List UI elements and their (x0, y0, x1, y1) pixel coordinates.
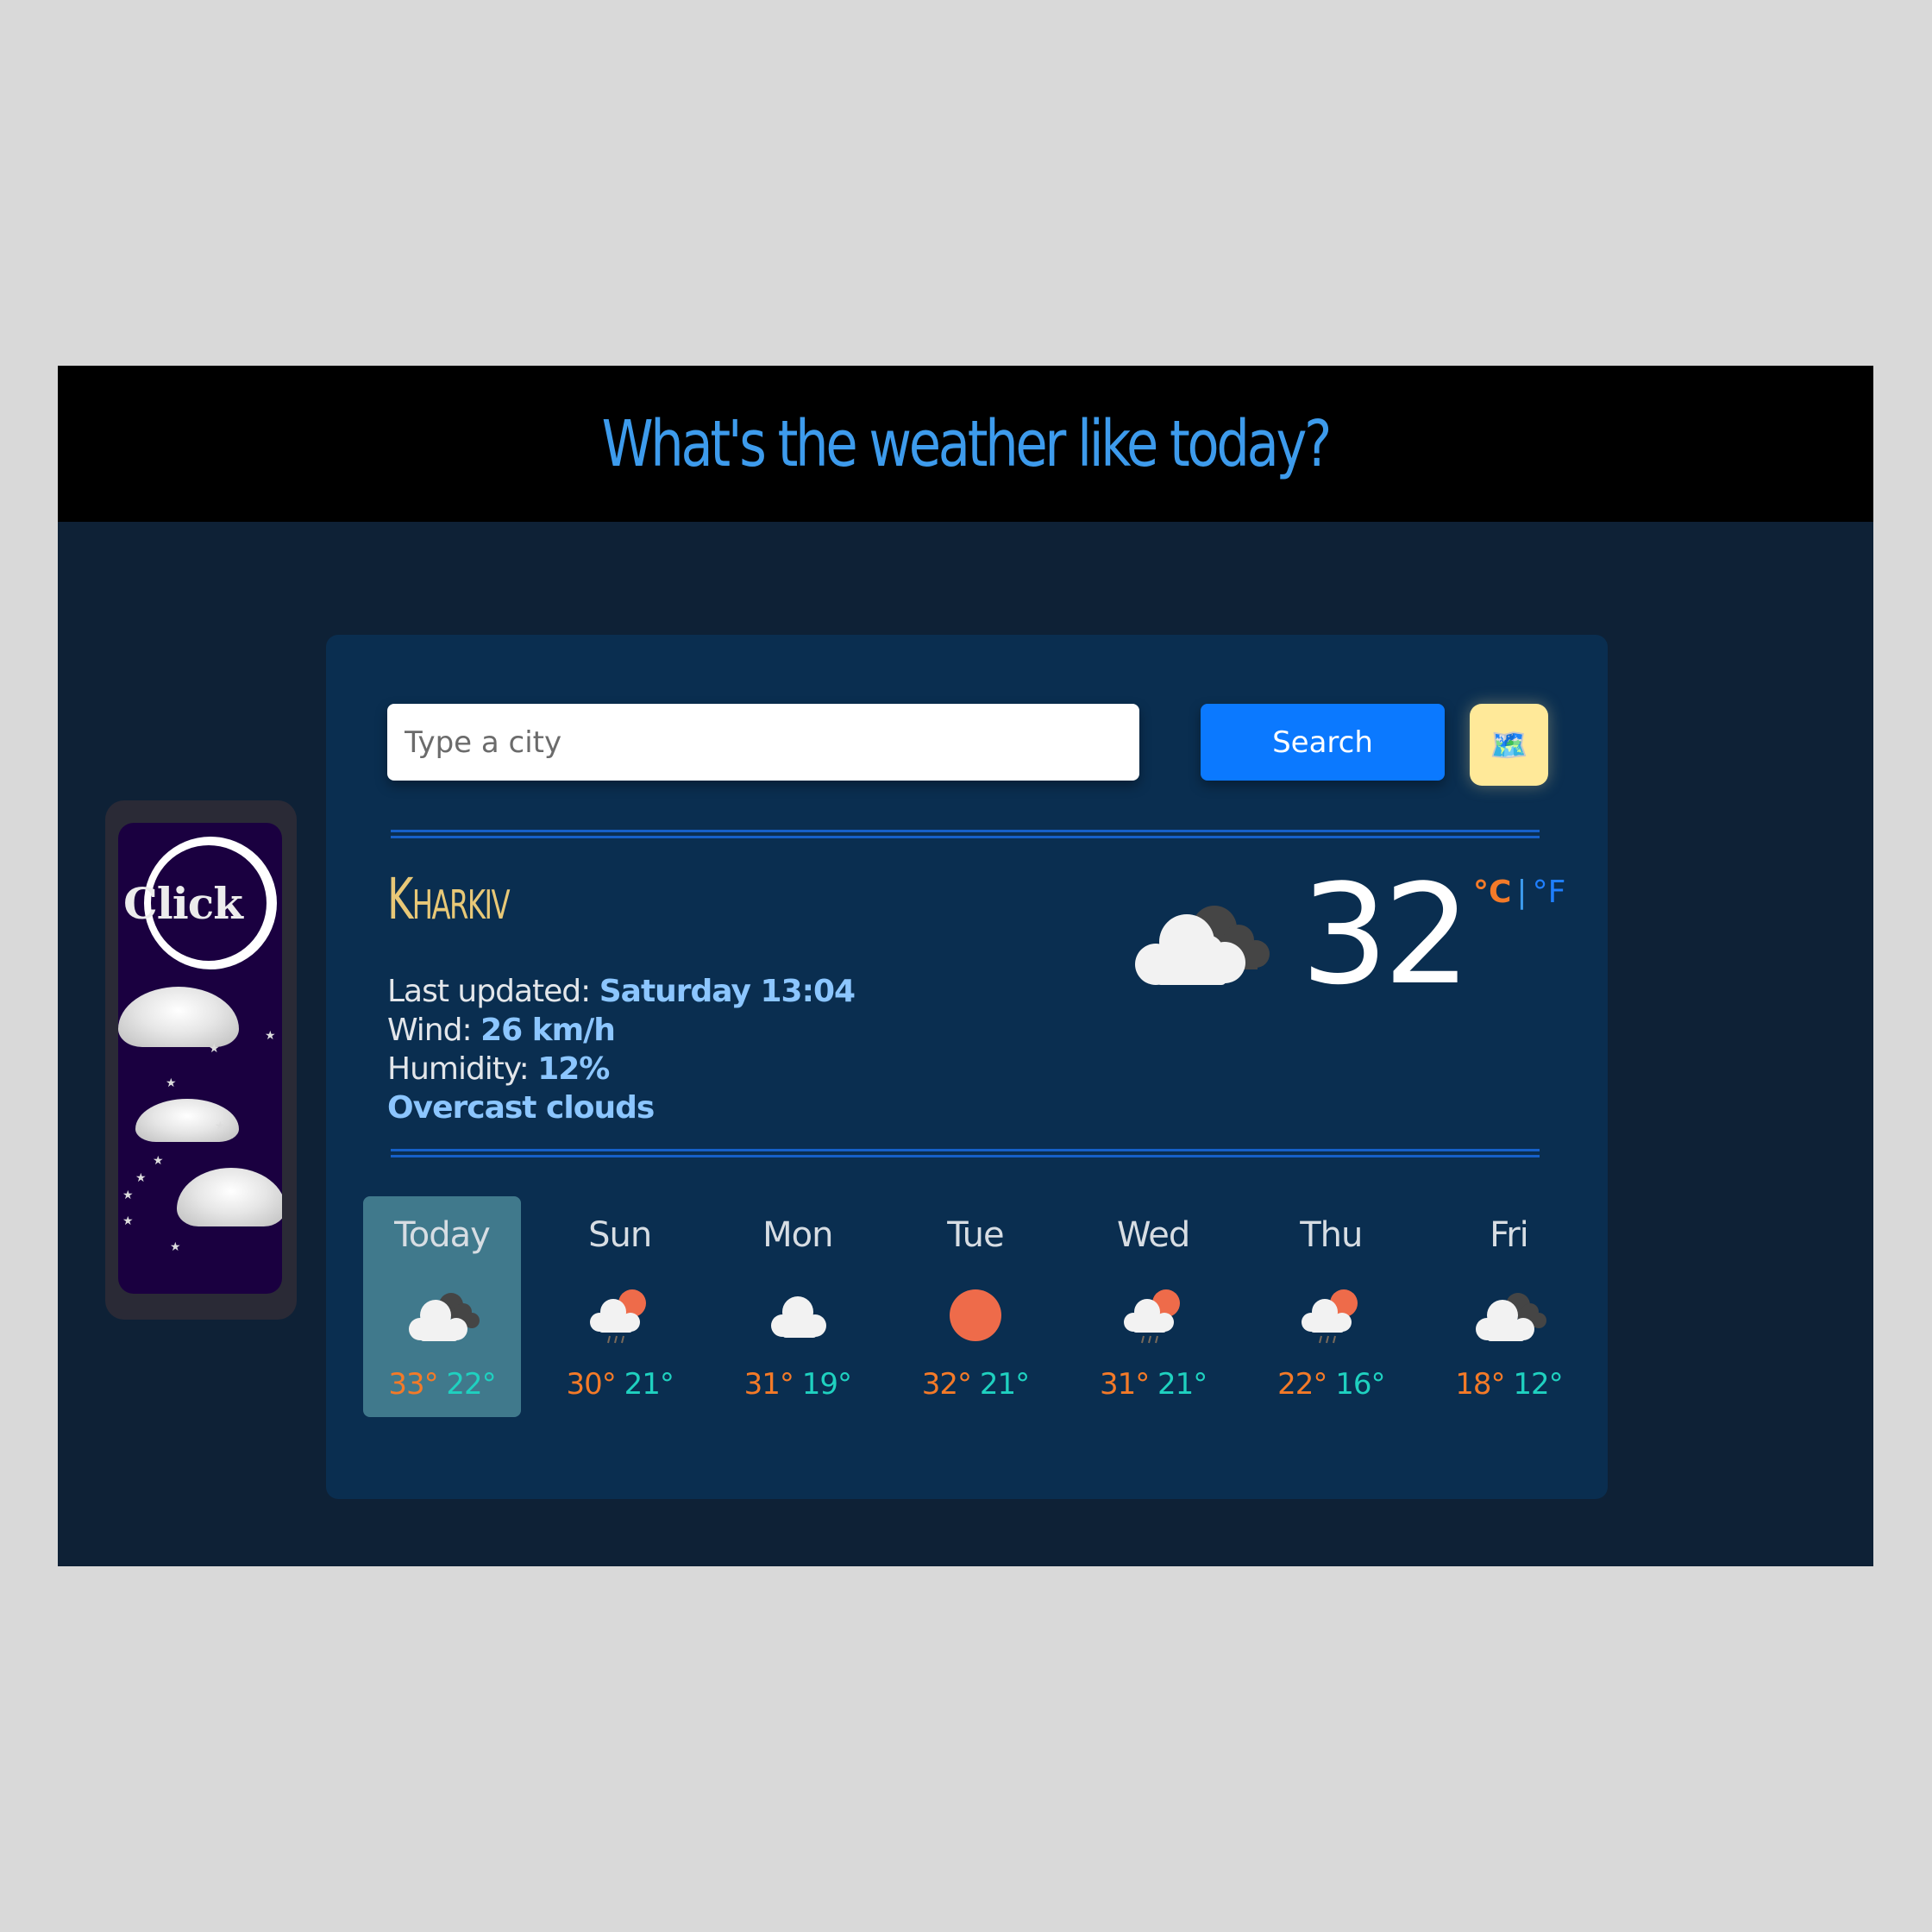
forecast-row: Today 33° 22° Sun 30° 21° Mon 31° 19° Tue 32° 2… (363, 1196, 1588, 1417)
forecast-day-label: Tue (947, 1215, 1004, 1255)
star-icon: ★ (122, 1189, 134, 1202)
forecast-temps: 22° 16° (1252, 1367, 1410, 1402)
forecast-low: 21° (624, 1367, 674, 1402)
forecast-day-mon[interactable]: Mon 31° 19° (718, 1196, 876, 1417)
fahrenheit-link[interactable]: °F (1533, 875, 1566, 910)
forecast-day-tue[interactable]: Tue 32° 21° (896, 1196, 1054, 1417)
last-updated: Last updated: Saturday 13:04 (387, 974, 856, 1009)
star-icon: ★ (209, 1042, 220, 1056)
celsius-link[interactable]: °C (1473, 875, 1511, 910)
divider-top (391, 830, 1540, 838)
forecast-high: 33° (388, 1367, 438, 1402)
sun-rain-icon (1301, 1289, 1358, 1344)
forecast-low: 22° (446, 1367, 496, 1402)
overcast-clouds-icon (409, 1293, 480, 1341)
sun-rain-icon (1123, 1289, 1180, 1344)
world-map-icon: 🗺️ (1490, 726, 1528, 762)
overcast-clouds-icon (1475, 1293, 1546, 1341)
forecast-low: 21° (1157, 1367, 1208, 1402)
divider-bottom (391, 1149, 1540, 1157)
forecast-day-label: Mon (762, 1215, 833, 1255)
forecast-high: 31° (1099, 1367, 1150, 1402)
humidity-value: 12% (537, 1051, 610, 1087)
forecast-day-label: Wed (1117, 1215, 1190, 1255)
forecast-high: 30° (566, 1367, 616, 1402)
star-icon: ★ (265, 1029, 276, 1043)
star-icon: ★ (122, 1214, 134, 1228)
header: What's the weather like today? (58, 366, 1873, 522)
forecast-temps: 18° 12° (1430, 1367, 1588, 1402)
wind-label: Wind: (387, 1013, 473, 1048)
sun-rain-icon (590, 1289, 647, 1344)
star-icon: ★ (215, 1120, 226, 1133)
weather-panel: Search 🗺️ Kharkiv Last updated: Saturday… (326, 635, 1608, 1499)
forecast-day-label: Thu (1300, 1215, 1363, 1255)
current-temperature: 32 (1301, 854, 1471, 1015)
forecast-day-today[interactable]: Today 33° 22° (363, 1196, 521, 1417)
star-icon: ★ (153, 1154, 164, 1168)
cloud-icon (771, 1296, 827, 1338)
forecast-temps: 30° 21° (541, 1367, 699, 1402)
overcast-clouds-icon (1135, 906, 1270, 985)
forecast-high: 22° (1277, 1367, 1327, 1402)
forecast-day-label: Today (394, 1215, 491, 1255)
forecast-low: 16° (1335, 1367, 1385, 1402)
app-frame: What's the weather like today? Click ★ ★… (58, 366, 1873, 1566)
star-icon: ★ (135, 1171, 147, 1185)
forecast-day-label: Sun (588, 1215, 652, 1255)
unit-toggle: °C | °F (1473, 875, 1565, 910)
forecast-day-label: Fri (1490, 1215, 1529, 1255)
wind-value: 26 km/h (480, 1013, 616, 1048)
humidity-label: Humidity: (387, 1051, 530, 1087)
city-name: Kharkiv (387, 866, 511, 932)
click-label: Click (123, 878, 243, 929)
night-theme-image[interactable]: Click ★ ★ ★ ★ ★ ★ ★ ★ ★ (118, 823, 282, 1294)
forecast-temps: 33° 22° (363, 1367, 521, 1402)
forecast-temps: 31° 21° (1075, 1367, 1233, 1402)
forecast-high: 31° (743, 1367, 794, 1402)
star-icon: ★ (170, 1240, 181, 1254)
page-title: What's the weather like today? (601, 406, 1333, 481)
star-icon: ★ (166, 1076, 177, 1090)
forecast-high: 18° (1455, 1367, 1505, 1402)
humidity: Humidity: 12% (387, 1051, 610, 1087)
forecast-day-thu[interactable]: Thu 22° 16° (1252, 1196, 1410, 1417)
forecast-low: 19° (801, 1367, 852, 1402)
unit-separator: | (1516, 875, 1527, 910)
forecast-high: 32° (921, 1367, 972, 1402)
cloud-icon (118, 987, 239, 1047)
search-button[interactable]: Search (1201, 704, 1445, 781)
sun-icon (950, 1289, 1002, 1341)
weather-description: Overcast clouds (387, 1090, 655, 1126)
city-search-input[interactable] (387, 704, 1139, 781)
cloud-icon (177, 1168, 282, 1226)
last-updated-label: Last updated: (387, 974, 591, 1009)
forecast-day-sun[interactable]: Sun 30° 21° (541, 1196, 699, 1417)
forecast-low: 21° (979, 1367, 1030, 1402)
map-location-button[interactable]: 🗺️ (1470, 704, 1548, 786)
forecast-day-wed[interactable]: Wed 31° 21° (1075, 1196, 1233, 1417)
last-updated-value: Saturday 13:04 (599, 974, 856, 1009)
forecast-temps: 31° 19° (718, 1367, 876, 1402)
wind: Wind: 26 km/h (387, 1013, 616, 1048)
forecast-temps: 32° 21° (896, 1367, 1054, 1402)
forecast-day-fri[interactable]: Fri 18° 12° (1430, 1196, 1588, 1417)
forecast-low: 12° (1513, 1367, 1563, 1402)
theme-toggle-banner[interactable]: Click ★ ★ ★ ★ ★ ★ ★ ★ ★ (105, 800, 297, 1320)
